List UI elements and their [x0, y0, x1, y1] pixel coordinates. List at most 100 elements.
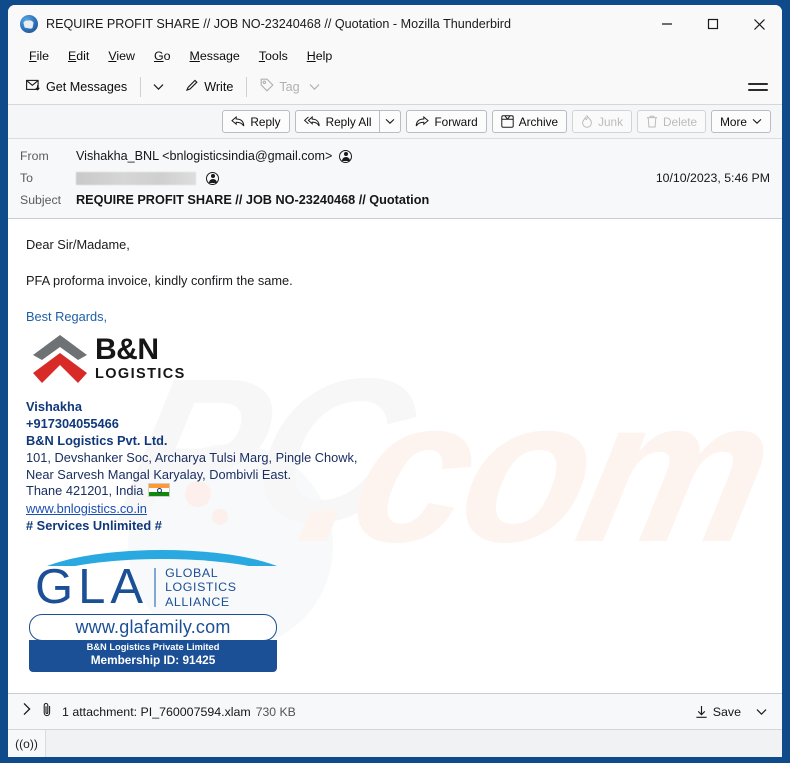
gla-arc-icon: [29, 544, 277, 566]
signature-address-line-1: 101, Devshanker Soc, Archarya Tulsi Marg…: [26, 449, 358, 465]
archive-button[interactable]: Archive: [491, 110, 568, 133]
india-flag-icon: [148, 483, 171, 498]
message-body-pane[interactable]: PC .com Dear Sir/Madame, PFA proforma in…: [8, 219, 782, 693]
attachment-save-label: Save: [712, 704, 741, 719]
download-icon: [696, 705, 707, 718]
chevron-down-icon: [309, 83, 320, 90]
toolbar-divider-1: [140, 76, 142, 97]
junk-button[interactable]: Junk: [572, 110, 632, 133]
message-action-toolbar: Reply Reply All Forward Archive Junk Del…: [8, 105, 782, 139]
tag-button[interactable]: Tag: [253, 74, 326, 99]
signature-slogan: # Services Unlimited #: [26, 518, 162, 534]
body-paragraph: PFA proforma invoice, kindly confirm the…: [26, 272, 293, 288]
message-headers: From Vishakha_BNL <bnlogisticsindia@gmai…: [8, 139, 782, 219]
to-row: To 10/10/2023, 5:46 PM: [8, 167, 782, 189]
from-label: From: [20, 149, 49, 163]
menu-bar: File Edit View Go Message Tools Help: [8, 43, 782, 69]
status-bar: ((o)): [8, 729, 782, 757]
signature-block: Vishakha +917304055466 B&N Logistics Pvt…: [26, 399, 782, 535]
subject-label: Subject: [20, 193, 62, 207]
attachment-save-dropdown[interactable]: [752, 700, 771, 724]
gla-member-band: B&N Logistics Private Limited Membership…: [29, 639, 277, 673]
write-button[interactable]: Write: [178, 74, 240, 99]
bn-tagline-text: LOGISTICS: [95, 365, 186, 382]
gla-word-alliance: ALLIANCE: [165, 594, 230, 609]
attachment-expand-toggle[interactable]: [22, 702, 32, 721]
signature-address-line-2: Near Sarvesh Mangal Karyalay, Dombivli E…: [26, 466, 292, 482]
archive-label: Archive: [518, 114, 559, 129]
menu-file[interactable]: File: [20, 47, 58, 65]
connection-status-icon: ((o)): [8, 730, 46, 757]
menu-message[interactable]: Message: [181, 47, 249, 65]
hamburger-menu-icon[interactable]: [748, 82, 768, 91]
reply-all-arrow-icon: [303, 116, 320, 127]
delete-button[interactable]: Delete: [637, 110, 707, 133]
tag-icon: [260, 78, 274, 95]
to-value-redacted: [76, 171, 196, 185]
body-greeting: Dear Sir/Madame,: [26, 237, 130, 252]
minimize-button[interactable]: [644, 5, 690, 43]
close-button[interactable]: [736, 5, 782, 43]
gla-membership-logo: GLA GLOBAL LOGISTICS ALLIANCE www.glafam…: [29, 544, 277, 673]
menu-go[interactable]: Go: [145, 47, 180, 65]
menu-help[interactable]: Help: [298, 47, 342, 65]
attachment-name[interactable]: 1 attachment: PI_760007594.xlam: [62, 705, 251, 719]
bn-brand-text: B&N: [95, 333, 159, 367]
menu-view[interactable]: View: [99, 47, 144, 65]
gla-member-company: B&N Logistics Private Limited: [86, 641, 220, 652]
contact-add-icon[interactable]: [206, 171, 219, 185]
chevron-down-icon: [153, 83, 164, 90]
gla-member-id: Membership ID: 91425: [90, 653, 216, 668]
chevron-down-icon: [752, 119, 762, 124]
gla-url[interactable]: www.glafamily.com: [29, 613, 277, 641]
get-messages-button[interactable]: Get Messages: [19, 75, 134, 99]
chevron-down-icon: [386, 119, 395, 124]
junk-flame-icon: [582, 115, 592, 128]
message-date: 10/10/2023, 5:46 PM: [655, 171, 770, 185]
signature-name: Vishakha: [26, 398, 82, 414]
reply-all-dropdown[interactable]: [379, 110, 402, 133]
body-regards: Best Regards,: [26, 308, 108, 324]
signature-phone: +917304055466: [26, 415, 119, 431]
menu-edit[interactable]: Edit: [59, 47, 98, 65]
junk-label: Junk: [598, 114, 623, 129]
gla-word-logistics: LOGISTICS: [165, 580, 237, 595]
paperclip-icon: [41, 702, 53, 722]
from-value[interactable]: Vishakha_BNL <bnlogisticsindia@gmail.com…: [76, 149, 332, 163]
gla-word-global: GLOBAL: [165, 565, 219, 580]
forward-arrow-icon: [416, 116, 430, 127]
envelope-download-icon: [26, 79, 41, 95]
more-label: More: [720, 114, 747, 129]
signature-website-link[interactable]: www.bnlogistics.co.in: [26, 500, 782, 518]
chevron-mark-icon: [29, 333, 91, 385]
reply-all-label: Reply All: [325, 114, 372, 129]
subject-value: REQUIRE PROFIT SHARE // JOB NO-23240468 …: [76, 193, 430, 207]
forward-label: Forward: [434, 114, 478, 129]
toolbar-divider-2: [246, 76, 248, 97]
attachment-size: 730 KB: [255, 704, 296, 719]
signature-address-line-3: Thane 421201, India: [26, 483, 782, 500]
contact-add-icon[interactable]: [339, 149, 353, 163]
main-toolbar: Get Messages Write Tag: [8, 69, 782, 105]
more-button[interactable]: More: [711, 110, 771, 133]
thunderbird-window: REQUIRE PROFIT SHARE // JOB NO-23240468 …: [8, 5, 782, 757]
forward-button[interactable]: Forward: [406, 110, 487, 133]
attachment-save-button[interactable]: Save: [690, 702, 746, 722]
signature-company: B&N Logistics Pvt. Ltd.: [26, 432, 168, 448]
window-title: REQUIRE PROFIT SHARE // JOB NO-23240468 …: [46, 17, 511, 31]
gla-divider: [154, 568, 157, 607]
maximize-button[interactable]: [690, 5, 736, 43]
tag-dropdown[interactable]: [309, 80, 320, 94]
chevron-right-icon: [23, 702, 31, 716]
pencil-icon: [185, 78, 199, 95]
title-bar: REQUIRE PROFIT SHARE // JOB NO-23240468 …: [8, 5, 782, 43]
thunderbird-icon: [20, 15, 38, 33]
delete-label: Delete: [663, 114, 698, 129]
menu-tools[interactable]: Tools: [250, 47, 297, 65]
tag-label: Tag: [279, 79, 300, 94]
reply-all-button[interactable]: Reply All: [294, 110, 380, 133]
subject-row: Subject REQUIRE PROFIT SHARE // JOB NO-2…: [8, 189, 782, 211]
get-messages-dropdown[interactable]: [147, 79, 170, 95]
reply-button[interactable]: Reply: [222, 110, 290, 133]
reply-arrow-icon: [231, 116, 245, 127]
